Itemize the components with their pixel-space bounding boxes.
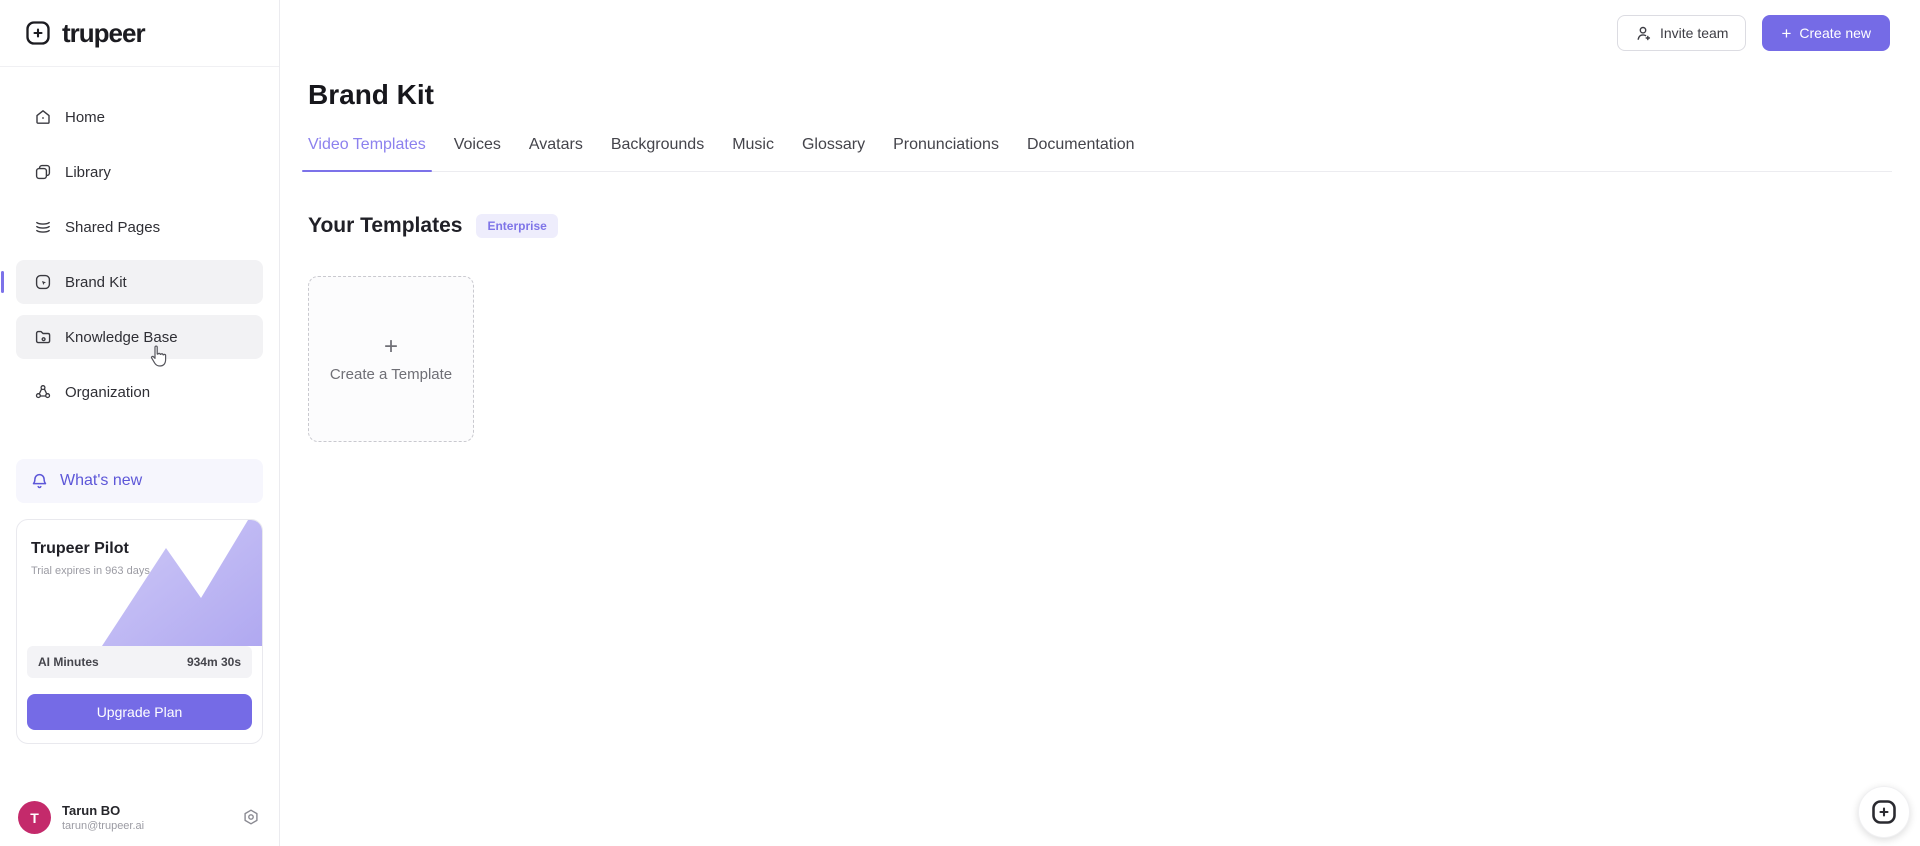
section-title: Your Templates	[308, 214, 463, 237]
sidebar-item-home[interactable]: Home	[16, 95, 263, 139]
user-name: Tarun BO	[62, 803, 121, 818]
sidebar-item-label: Knowledge Base	[65, 328, 178, 346]
pilot-graph-icon	[102, 520, 262, 646]
invite-team-label: Invite team	[1659, 25, 1729, 41]
user-account-row[interactable]: T Tarun BO tarun@trupeer.ai	[18, 801, 261, 834]
main-area: Invite team + Create new Brand Kit Video…	[280, 0, 1920, 846]
trupeer-widget-button[interactable]	[1858, 786, 1910, 838]
user-email: tarun@trupeer.ai	[62, 820, 145, 832]
trupeer-logo-icon	[24, 19, 52, 47]
pilot-graphic: Trupeer Pilot Trial expires in 963 days	[17, 520, 262, 646]
ai-minutes-row: AI Minutes 934m 30s	[27, 646, 252, 678]
sidebar-item-label: Shared Pages	[65, 218, 161, 236]
page-title: Brand Kit	[308, 79, 434, 110]
sidebar: trupeer Home Library Shared Pages Brand …	[0, 0, 280, 846]
settings-gear-icon[interactable]	[241, 808, 261, 828]
page-content: Brand Kit Video Templates Voices Avatars…	[280, 0, 1920, 442]
sidebar-item-label: Organization	[65, 383, 151, 401]
shared-pages-icon	[34, 218, 52, 236]
invite-person-icon	[1635, 25, 1652, 42]
tab-avatars[interactable]: Avatars	[529, 136, 583, 171]
brand-kit-icon	[34, 273, 52, 291]
tab-video-templates[interactable]: Video Templates	[302, 136, 432, 172]
knowledge-base-icon	[34, 328, 52, 346]
tab-backgrounds[interactable]: Backgrounds	[611, 136, 704, 171]
sidebar-item-label: Home	[65, 108, 106, 126]
tab-documentation[interactable]: Documentation	[1027, 136, 1135, 171]
sidebar-nav: Home Library Shared Pages Brand Kit Know…	[0, 67, 279, 425]
active-indicator	[1, 271, 4, 293]
pilot-subtitle: Trial expires in 963 days	[31, 565, 150, 577]
create-template-tile[interactable]: + Create a Template	[308, 276, 474, 442]
avatar: T	[18, 801, 51, 834]
sidebar-item-shared-pages[interactable]: Shared Pages	[16, 205, 263, 249]
trupeer-logo-icon	[1870, 798, 1898, 826]
tab-music[interactable]: Music	[732, 136, 774, 171]
user-info: Tarun BO tarun@trupeer.ai	[62, 803, 144, 832]
ai-minutes-label: AI Minutes	[38, 655, 99, 669]
plus-icon: +	[383, 333, 398, 360]
sidebar-item-brand-kit[interactable]: Brand Kit	[1, 260, 263, 304]
library-icon	[34, 163, 52, 181]
create-new-button[interactable]: + Create new	[1762, 15, 1890, 51]
tab-pronunciations[interactable]: Pronunciations	[893, 136, 999, 171]
app-logo[interactable]: trupeer	[0, 0, 279, 67]
pilot-title: Trupeer Pilot	[31, 540, 129, 557]
upgrade-plan-button[interactable]: Upgrade Plan	[27, 694, 252, 730]
sidebar-item-label: Brand Kit	[65, 273, 127, 291]
whats-new-button[interactable]: What's new	[16, 459, 263, 503]
create-new-label: Create new	[1799, 25, 1871, 41]
whats-new-label: What's new	[60, 472, 143, 489]
pilot-plan-card: Trupeer Pilot Trial expires in 963 days …	[16, 519, 263, 744]
sidebar-item-organization[interactable]: Organization	[16, 370, 263, 414]
sidebar-item-label: Library	[65, 163, 111, 181]
organization-icon	[34, 383, 52, 401]
home-icon	[34, 108, 52, 126]
tab-voices[interactable]: Voices	[454, 136, 501, 171]
ai-minutes-value: 934m 30s	[186, 655, 241, 669]
bell-icon	[30, 472, 49, 491]
create-template-label: Create a Template	[329, 366, 453, 383]
invite-team-button[interactable]: Invite team	[1616, 15, 1747, 51]
tab-glossary[interactable]: Glossary	[802, 136, 865, 171]
tab-bar: Video Templates Voices Avatars Backgroun…	[302, 136, 1892, 172]
topbar: Invite team + Create new	[1616, 15, 1890, 51]
enterprise-badge: Enterprise	[476, 214, 558, 238]
sidebar-item-knowledge-base[interactable]: Knowledge Base	[16, 315, 263, 359]
templates-section-header: Your Templates Enterprise	[308, 214, 1892, 238]
sidebar-item-library[interactable]: Library	[16, 150, 263, 194]
app-logo-wordmark: trupeer	[62, 17, 146, 48]
plus-icon: +	[1781, 23, 1792, 43]
